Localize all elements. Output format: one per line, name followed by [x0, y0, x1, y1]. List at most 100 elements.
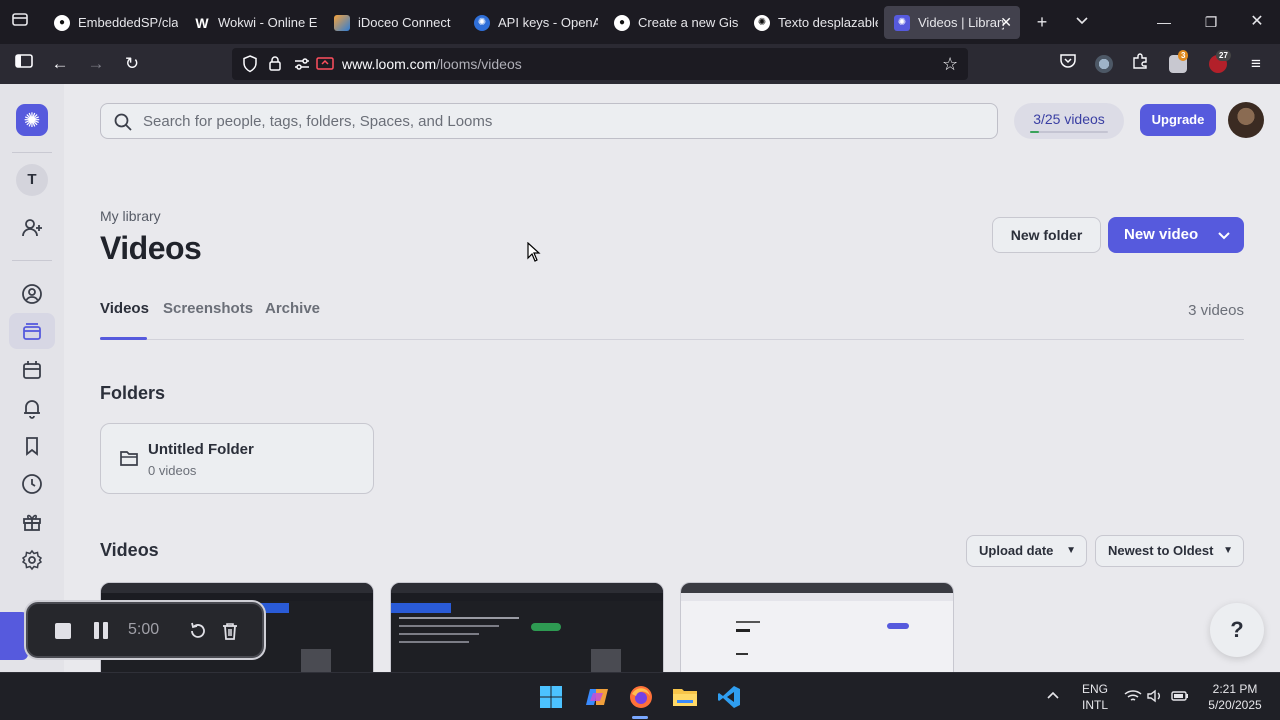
browser-tab-gist[interactable]: ● Create a new Gist — [604, 6, 738, 39]
browser-tab-strip: ● EmbeddedSP/clas W Wokwi - Online ES iD… — [0, 0, 1280, 44]
tab-title: Videos | Library — [918, 15, 1004, 30]
clock[interactable]: 2:21 PM 5/20/2025 — [1200, 682, 1270, 712]
add-user-icon[interactable] — [18, 214, 46, 242]
shield-icon[interactable] — [242, 55, 258, 78]
vscode-icon[interactable] — [714, 682, 744, 712]
extensions-puzzle-icon[interactable] — [1128, 52, 1152, 76]
sort-field-dropdown[interactable]: Upload date ▼ — [966, 535, 1087, 567]
tray-overflow-chevron-icon[interactable] — [1046, 687, 1060, 703]
openai-icon: ✺ — [474, 14, 490, 31]
delete-recording-icon[interactable] — [220, 621, 240, 641]
address-bar[interactable]: www.loom.com/looms/videos ☆ — [232, 48, 968, 80]
settings-gear-icon[interactable] — [18, 546, 46, 574]
firefox-icon[interactable] — [626, 682, 656, 712]
restart-recording-icon[interactable] — [188, 621, 208, 641]
user-avatar[interactable] — [1228, 102, 1264, 138]
library-icon[interactable] — [9, 313, 55, 349]
screen-share-icon[interactable] — [316, 56, 334, 77]
minimize-window-icon[interactable]: — — [1152, 10, 1176, 34]
tab-archive[interactable]: Archive — [265, 300, 320, 317]
extension-rocket-icon[interactable]: 3 — [1166, 50, 1190, 76]
back-arrow-icon[interactable]: ← — [48, 52, 72, 76]
calendar-icon[interactable] — [18, 356, 46, 384]
folder-icon — [119, 448, 139, 468]
hamburger-menu-icon[interactable]: ≡ — [1244, 52, 1268, 76]
idoceo-icon — [334, 14, 350, 31]
volume-icon[interactable] — [1146, 688, 1164, 707]
pocket-icon[interactable] — [1056, 52, 1080, 76]
recorder-side-tab[interactable] — [0, 612, 28, 660]
close-window-icon[interactable]: ✕ — [1245, 10, 1269, 34]
video-thumbnail[interactable] — [390, 582, 664, 672]
new-folder-button[interactable]: New folder — [992, 217, 1101, 253]
language-indicator[interactable]: ENG INTL — [1076, 682, 1114, 712]
breadcrumb[interactable]: My library — [100, 208, 161, 224]
forward-arrow-icon[interactable]: → — [84, 52, 108, 76]
tab-title: Texto desplazable — [778, 15, 878, 30]
wifi-icon[interactable] — [1124, 688, 1142, 707]
folder-card[interactable]: Untitled Folder 0 videos — [100, 423, 374, 494]
file-explorer-icon[interactable] — [670, 682, 700, 712]
clock-time: 2:21 PM — [1212, 682, 1258, 696]
pause-recording-icon[interactable] — [94, 622, 108, 639]
copilot-icon[interactable] — [582, 682, 612, 712]
folders-heading: Folders — [100, 383, 166, 403]
stop-recording-icon[interactable] — [55, 623, 71, 639]
tab-title: API keys - OpenAI — [498, 15, 598, 30]
sidebar-toggle-icon[interactable] — [12, 52, 36, 76]
bookmark-star-icon[interactable]: ☆ — [942, 54, 958, 75]
url-path: /looms/videos — [436, 56, 522, 72]
browser-tab-loom-active[interactable]: ✺ Videos | Library ✕ — [884, 6, 1020, 39]
notifications-bell-icon[interactable] — [18, 394, 46, 422]
windows-start-icon[interactable] — [536, 682, 566, 712]
video-count: 3 videos — [1188, 302, 1244, 319]
search-field[interactable] — [100, 103, 998, 139]
chevron-down-icon[interactable] — [1218, 217, 1230, 253]
search-input[interactable] — [143, 111, 963, 131]
help-button[interactable]: ? — [1210, 603, 1264, 657]
history-clock-icon[interactable] — [18, 470, 46, 498]
loom-page: ✺ T Search for people, tags, folders, Sp… — [0, 84, 1280, 672]
tab-videos[interactable]: Videos — [100, 300, 149, 317]
browser-tab-wokwi[interactable]: W Wokwi - Online ES — [184, 6, 318, 39]
sidebar-divider — [12, 152, 52, 153]
recording-timer: 5:00 — [128, 621, 160, 638]
language-code: ENG — [1081, 682, 1108, 696]
sidebar-divider — [12, 260, 52, 261]
permissions-icon[interactable] — [294, 57, 310, 76]
folder-name: Untitled Folder — [148, 441, 254, 458]
mouse-cursor-icon — [527, 241, 541, 267]
lock-icon[interactable] — [268, 55, 282, 77]
upgrade-button[interactable]: Upgrade — [1140, 104, 1216, 136]
profile-icon[interactable] — [18, 280, 46, 308]
workspace-avatar[interactable]: T — [16, 164, 48, 196]
sort-field-label: Upload date — [979, 543, 1054, 558]
page-title: Videos — [100, 230, 202, 266]
browser-tab-github-1[interactable]: ● EmbeddedSP/clas — [44, 6, 178, 39]
video-thumbnail[interactable] — [680, 582, 954, 672]
bookmark-icon[interactable] — [18, 432, 46, 460]
gift-icon[interactable] — [18, 508, 46, 536]
reload-icon[interactable]: ↻ — [120, 52, 144, 76]
battery-icon[interactable] — [1170, 688, 1190, 707]
video-quota-pill[interactable]: 3/25 videos — [1014, 103, 1124, 139]
url-host: www.loom.com — [342, 56, 437, 72]
browser-tab-openai[interactable]: ✺ API keys - OpenAI — [464, 6, 598, 39]
restore-window-icon[interactable]: ❐ — [1199, 10, 1223, 34]
new-tab-icon[interactable]: + — [1030, 10, 1054, 34]
browser-tab-idoceo[interactable]: iDoceo Connect — [324, 6, 458, 39]
tab-list-chevron-icon[interactable] — [1070, 10, 1094, 34]
account-avatar-icon[interactable] — [1092, 52, 1116, 76]
tab-title: iDoceo Connect — [358, 15, 451, 30]
library-tabs: Videos Screenshots Archive — [100, 300, 1244, 340]
sort-order-label: Newest to Oldest — [1108, 543, 1214, 558]
sort-order-dropdown[interactable]: Newest to Oldest ▼ — [1095, 535, 1244, 567]
extension-ublock-icon[interactable]: 27 — [1206, 50, 1231, 76]
tab-overview-icon[interactable] — [8, 10, 32, 34]
close-tab-icon[interactable]: ✕ — [1000, 14, 1012, 31]
loom-logo-icon[interactable]: ✺ — [16, 104, 48, 136]
left-sidebar: ✺ T — [0, 84, 64, 672]
tab-screenshots[interactable]: Screenshots — [163, 300, 253, 317]
browser-tab-texto[interactable]: ✺ Texto desplazable — [744, 6, 878, 39]
new-video-button[interactable]: New video — [1108, 217, 1244, 253]
